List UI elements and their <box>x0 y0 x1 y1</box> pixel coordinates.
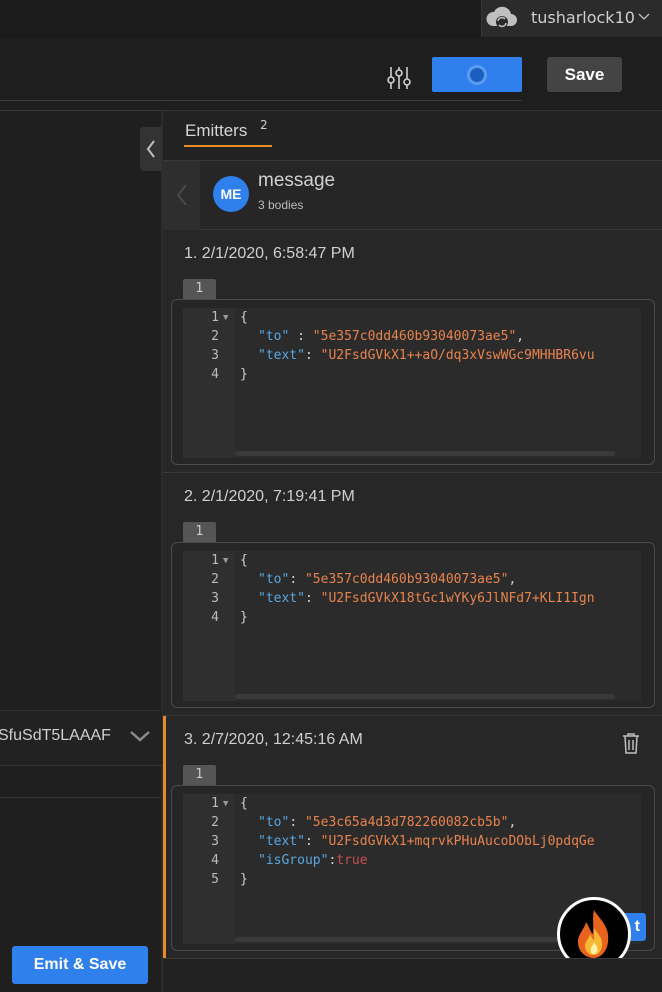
code-text: { <box>240 553 248 568</box>
code-text: { <box>240 310 248 325</box>
code-line: "isGroup":true <box>258 853 368 868</box>
body-tag[interactable]: 1 <box>183 279 216 299</box>
chevron-down-icon[interactable] <box>636 8 652 24</box>
fold-icon[interactable]: ▼ <box>223 799 228 809</box>
json-comma: , <box>508 572 517 587</box>
body-title: 1. 2/1/2020, 6:58:47 PM <box>184 245 355 262</box>
code-line: "to": "5e357c0dd460b93040073ae5", <box>258 572 516 587</box>
panel-footer <box>163 958 662 992</box>
emit-save-button[interactable]: Emit & Save <box>12 946 148 984</box>
trash-icon[interactable] <box>621 732 641 754</box>
code-line: "to" : "5e357c0dd460b93040073ae5", <box>258 329 524 344</box>
line-number: 2 <box>211 329 219 344</box>
line-number: 1 <box>211 796 219 811</box>
left-list-row <box>0 766 162 798</box>
chevron-left-icon <box>146 140 155 158</box>
code-line: "text": "U2FsdGVkX18tGc1wYKy6JlNFd7+KLI1… <box>258 591 595 606</box>
json-comma: , <box>516 329 525 344</box>
code-text: } <box>240 872 248 887</box>
json-sep: : <box>304 834 321 849</box>
line-number: 2 <box>211 815 219 830</box>
message-subtitle: 3 bodies <box>258 198 304 212</box>
json-key: "to" <box>258 572 290 587</box>
json-string: "U2FsdGVkX18tGc1wYKy6JlNFd7+KLI1Ign <box>320 591 595 606</box>
json-sep: : <box>304 348 321 363</box>
code-line: "text": "U2FsdGVkX1+mqrvkPHuAucoDObLj0pd… <box>258 834 595 849</box>
username[interactable]: tusharlock10 <box>531 8 635 27</box>
sliders-icon[interactable] <box>385 64 413 92</box>
json-key: "text" <box>258 834 305 849</box>
body-tag[interactable]: 1 <box>183 522 216 542</box>
horizontal-scrollbar[interactable] <box>235 451 615 456</box>
json-sep: : <box>289 815 305 830</box>
line-number: 4 <box>211 367 219 382</box>
json-string: "5e357c0dd460b93040073ae5" <box>304 572 509 587</box>
line-number: 1 <box>211 553 219 568</box>
line-number: 3 <box>211 591 219 606</box>
json-sep: : <box>289 329 313 344</box>
json-key: "to" <box>258 815 290 830</box>
line-number: 5 <box>211 872 219 887</box>
toggle-indicator-icon <box>467 65 487 85</box>
line-number: 1 <box>211 310 219 325</box>
active-body-indicator <box>163 716 166 958</box>
line-number: 2 <box>211 572 219 587</box>
collapse-panel-button[interactable] <box>140 127 162 171</box>
json-string: "5e357c0dd460b93040073ae5" <box>312 329 517 344</box>
json-key: "to" <box>258 329 290 344</box>
json-comma: , <box>508 815 517 830</box>
json-key: "isGroup" <box>258 853 329 868</box>
code-line: "to": "5e3c65a4d3d782260082cb5b", <box>258 815 516 830</box>
code-text: } <box>240 367 248 382</box>
json-sep: : <box>304 591 321 606</box>
body-title: 2. 2/1/2020, 7:19:41 PM <box>184 488 355 505</box>
left-panel <box>0 111 162 992</box>
json-boolean: true <box>336 853 368 868</box>
line-number: 4 <box>211 853 219 868</box>
fold-icon[interactable]: ▼ <box>223 313 228 323</box>
fold-icon[interactable]: ▼ <box>223 556 228 566</box>
body-title: 3. 2/7/2020, 12:45:16 AM <box>184 731 363 748</box>
code-line: "text": "U2FsdGVkX1++aO/dq3xVswWGc9MHHBR… <box>258 348 595 363</box>
avatar: ME <box>213 176 249 212</box>
event-select-value: SfuSdT5LAAAF <box>0 727 111 744</box>
json-string: "U2FsdGVkX1+mqrvkPHuAucoDObLj0pdqGe <box>320 834 595 849</box>
json-key: "text" <box>258 348 305 363</box>
json-string: "U2FsdGVkX1++aO/dq3xVswWGc9MHHBR6vu <box>320 348 595 363</box>
body-tag[interactable]: 1 <box>183 765 216 785</box>
line-number: 4 <box>211 610 219 625</box>
save-button[interactable]: Save <box>547 57 622 92</box>
body-divider <box>163 715 662 716</box>
chevron-down-icon[interactable] <box>128 728 152 744</box>
code-text: { <box>240 796 248 811</box>
chevron-left-icon[interactable] <box>173 181 191 209</box>
code-text: } <box>240 610 248 625</box>
active-tab-indicator <box>184 145 272 147</box>
tab-emitters[interactable]: Emitters <box>185 121 247 141</box>
line-number: 3 <box>211 834 219 849</box>
message-title: message <box>258 170 336 191</box>
horizontal-scrollbar[interactable] <box>235 694 615 699</box>
tab-emitters-count: 2 <box>260 118 268 132</box>
body-divider <box>163 472 662 473</box>
toolbar-divider <box>0 100 522 101</box>
json-sep: : <box>289 572 305 587</box>
cloud-sync-icon[interactable] <box>484 2 520 34</box>
json-string: "5e3c65a4d3d782260082cb5b" <box>304 815 509 830</box>
line-number: 3 <box>211 348 219 363</box>
json-key: "text" <box>258 591 305 606</box>
